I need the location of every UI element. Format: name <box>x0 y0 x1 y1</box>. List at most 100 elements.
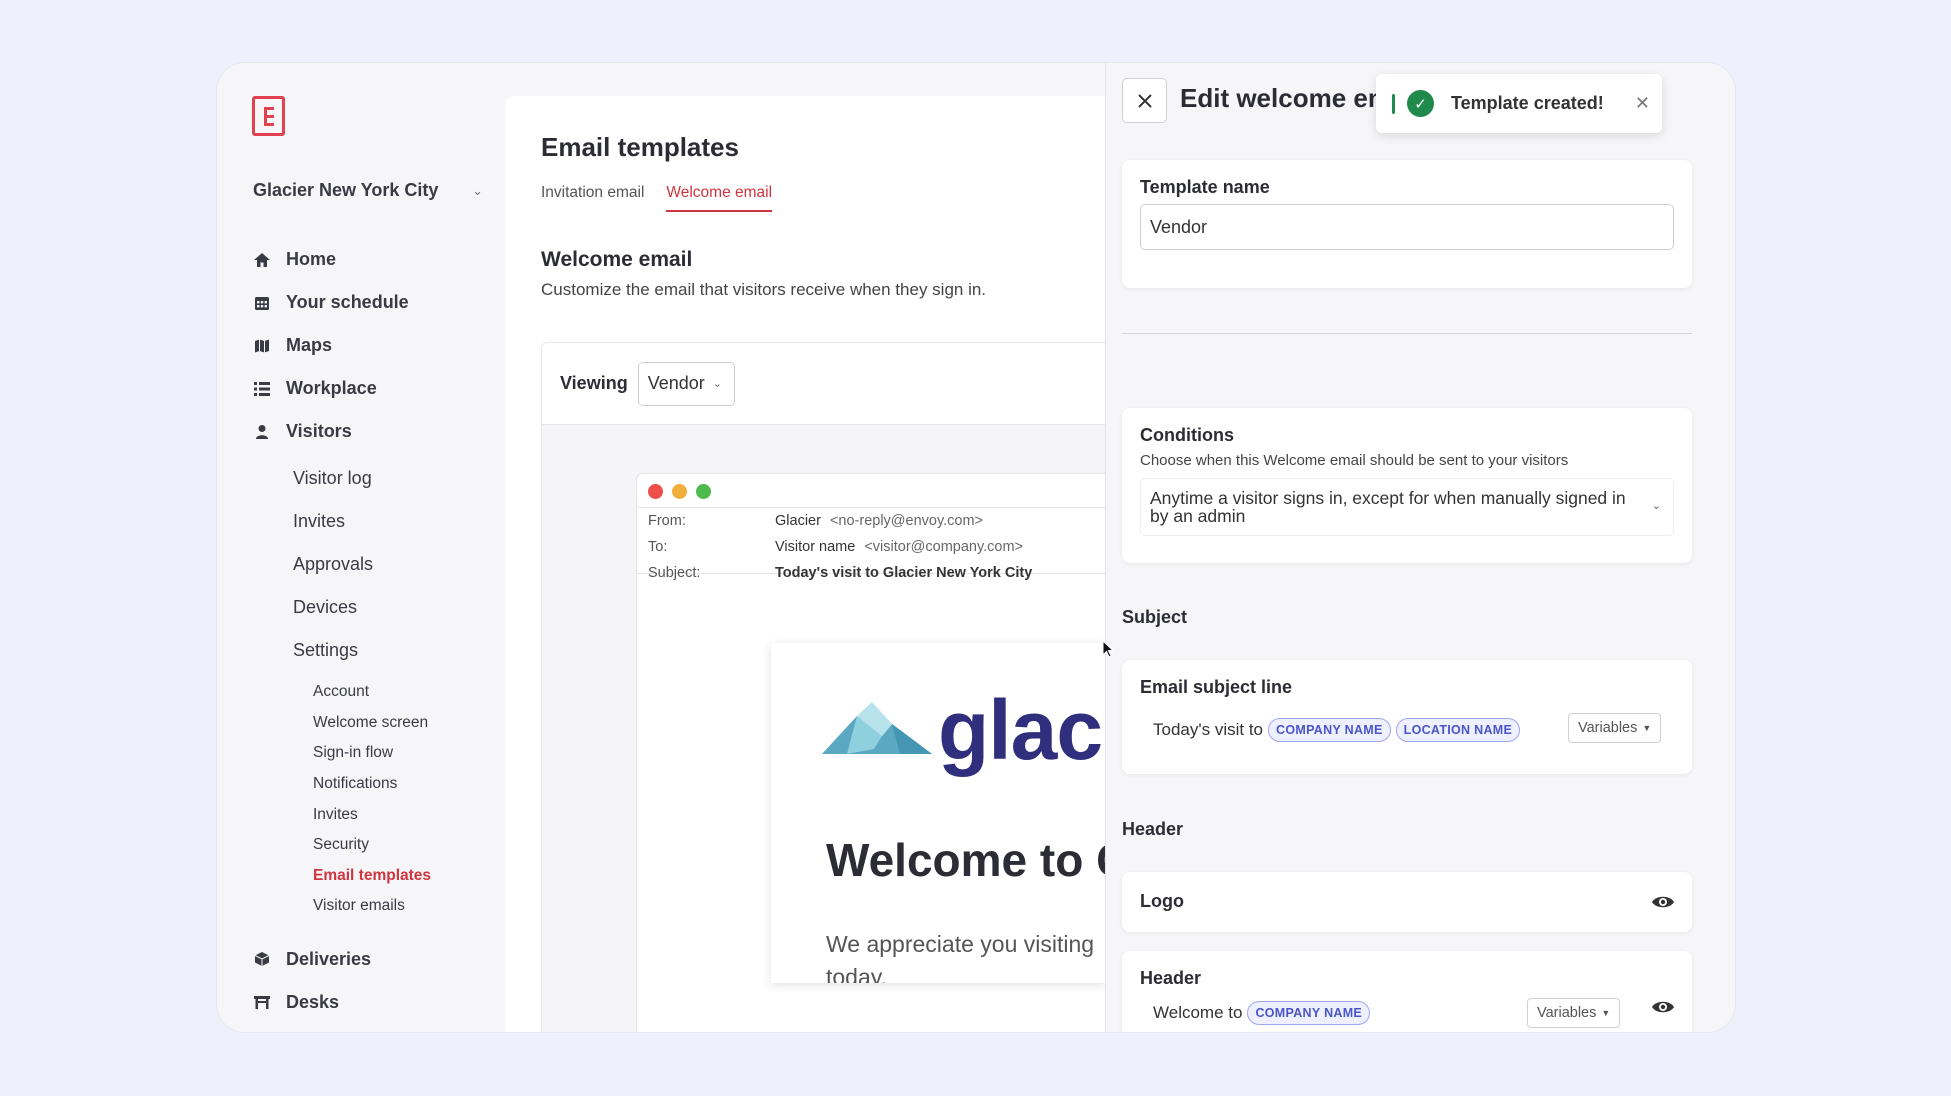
sidebar-item-visitor-emails[interactable]: Visitor emails <box>253 891 493 922</box>
chevron-down-icon: ⌄ <box>1651 500 1661 512</box>
eye-icon[interactable] <box>1651 999 1675 1015</box>
sidebar-item-maps[interactable]: Maps <box>253 324 493 367</box>
section-title: Welcome email <box>541 248 693 271</box>
brand-text: glac <box>938 683 1103 777</box>
home-icon <box>253 251 271 269</box>
caret-down-icon: ▼ <box>1601 1008 1611 1018</box>
company-name-pill[interactable]: COMPANY NAME <box>1247 1001 1371 1025</box>
variables-label: Variables <box>1578 720 1638 736</box>
subject-value: Today's visit to Glacier New York City <box>775 565 1033 581</box>
conditions-title: Conditions <box>1140 425 1234 445</box>
caret-down-icon: ▼ <box>1642 723 1652 733</box>
list-icon <box>253 380 271 398</box>
sidebar-item-invites[interactable]: Invites <box>253 500 493 543</box>
desk-icon <box>253 993 271 1011</box>
success-toast: ✓ Template created! ✕ <box>1376 74 1662 133</box>
tab-bar: Invitation email Welcome email <box>541 184 773 212</box>
sidebar-item-your-schedule[interactable]: Your schedule <box>253 281 493 324</box>
chevron-down-icon: ⌄ <box>472 182 483 198</box>
toast-close-icon[interactable]: ✕ <box>1635 93 1650 114</box>
header-prefix: Welcome to <box>1153 1003 1243 1022</box>
tab-welcome-email[interactable]: Welcome email <box>666 184 773 212</box>
sidebar-item-security[interactable]: Security <box>253 830 493 861</box>
sidebar-item-label: Visitors <box>286 421 352 441</box>
tab-invitation-email[interactable]: Invitation email <box>541 184 644 212</box>
sidebar-item-label: Desks <box>286 991 340 1012</box>
subject-label: Subject: <box>648 565 701 581</box>
sidebar-item-label: Maps <box>286 335 333 355</box>
to-name: Visitor name <box>775 539 856 555</box>
sidebar-item-email-templates[interactable]: Email templates <box>253 861 493 892</box>
close-panel-button[interactable] <box>1122 78 1167 123</box>
subject-prefix: Today's visit to <box>1153 720 1264 739</box>
subject-variables-button[interactable]: Variables ▼ <box>1568 713 1662 743</box>
close-icon <box>1137 93 1152 108</box>
check-circle-icon: ✓ <box>1407 90 1434 117</box>
email-header: From: Glacier <no-reply@envoy.com> To: V… <box>637 507 1155 581</box>
conditions-card: Conditions Choose when this Welcome emai… <box>1122 408 1692 563</box>
sidebar: Glacier New York City ⌄ Home Your schedu… <box>217 63 504 1032</box>
template-name-value: Vendor <box>1150 216 1208 237</box>
header-label: Header <box>1140 968 1202 988</box>
page-title: Email templates <box>541 132 739 162</box>
welcome-body: We appreciate you visiting today. <box>826 931 1095 983</box>
sidebar-item-visitor-log[interactable]: Visitor log <box>253 457 493 500</box>
location-switcher[interactable]: Glacier New York City ⌄ <box>253 180 483 201</box>
sidebar-nav: Home Your schedule Maps Workplace Visito… <box>253 238 493 1024</box>
company-name-pill[interactable]: COMPANY NAME <box>1268 718 1391 742</box>
to-label: To: <box>648 539 668 555</box>
envoy-logo-icon[interactable] <box>252 96 285 136</box>
mouse-cursor-icon <box>1102 640 1114 658</box>
viewing-value: Vendor <box>647 373 705 393</box>
location-name: Glacier New York City <box>253 180 439 200</box>
maximize-dot-icon <box>696 484 711 499</box>
edit-panel: Edit welcome email ✓ Template created! ✕… <box>1105 63 1735 1032</box>
toast-message: Template created! <box>1451 93 1604 113</box>
template-name-input[interactable]: Vendor <box>1140 204 1674 250</box>
to-email: <visitor@company.com> <box>864 539 1024 555</box>
sidebar-item-notifications[interactable]: Notifications <box>253 769 493 800</box>
sidebar-item-desks[interactable]: Desks <box>253 981 493 1024</box>
conditions-select[interactable]: Anytime a visitor signs in, except for w… <box>1140 478 1674 536</box>
sidebar-item-label: Deliveries <box>286 948 372 969</box>
sidebar-item-visitors[interactable]: Visitors <box>253 410 493 453</box>
variables-label: Variables <box>1537 1005 1597 1021</box>
viewing-bar: Viewing Vendor ⌄ <box>541 342 1141 425</box>
subject-line-card: Email subject line Today's visit to COMP… <box>1122 660 1692 774</box>
sidebar-item-settings-invites[interactable]: Invites <box>253 799 493 830</box>
header-section-label: Header <box>1122 819 1184 839</box>
minimize-dot-icon <box>672 484 687 499</box>
window-controls <box>648 484 711 499</box>
close-dot-icon <box>648 484 663 499</box>
sidebar-item-home[interactable]: Home <box>253 238 493 281</box>
sidebar-item-welcome-screen[interactable]: Welcome screen <box>253 708 493 739</box>
toast-accent-bar <box>1392 93 1395 114</box>
app-window: Glacier New York City ⌄ Home Your schedu… <box>217 63 1735 1032</box>
sidebar-item-deliveries[interactable]: Deliveries <box>253 938 493 981</box>
sidebar-item-approvals[interactable]: Approvals <box>253 543 493 586</box>
sidebar-item-workplace[interactable]: Workplace <box>253 367 493 410</box>
sidebar-item-sign-in-flow[interactable]: Sign-in flow <box>253 738 493 769</box>
chevron-down-icon: ⌄ <box>712 378 722 390</box>
sidebar-item-settings[interactable]: Settings <box>253 629 493 672</box>
template-name-card: Template name Vendor <box>1122 160 1692 288</box>
box-icon <box>253 950 271 968</box>
header-variables-button[interactable]: Variables ▼ <box>1527 998 1621 1028</box>
divider <box>1122 333 1692 334</box>
from-name: Glacier <box>775 513 821 529</box>
sidebar-item-label: Workplace <box>286 378 377 398</box>
conditions-description: Choose when this Welcome email should be… <box>1140 452 1569 469</box>
from-email: <no-reply@envoy.com> <box>829 513 984 529</box>
from-label: From: <box>648 513 686 529</box>
location-name-pill[interactable]: LOCATION NAME <box>1395 718 1521 742</box>
conditions-value: Anytime a visitor signs in, except for w… <box>1150 487 1626 526</box>
map-icon <box>253 337 271 355</box>
section-description: Customize the email that visitors receiv… <box>541 280 987 299</box>
viewing-label: Viewing <box>560 373 628 393</box>
eye-icon[interactable] <box>1651 894 1675 910</box>
sidebar-item-account[interactable]: Account <box>253 677 493 708</box>
glacier-logo: glac <box>822 683 1103 777</box>
subject-line-label: Email subject line <box>1140 677 1293 697</box>
sidebar-item-devices[interactable]: Devices <box>253 586 493 629</box>
viewing-select[interactable]: Vendor ⌄ <box>637 361 735 406</box>
